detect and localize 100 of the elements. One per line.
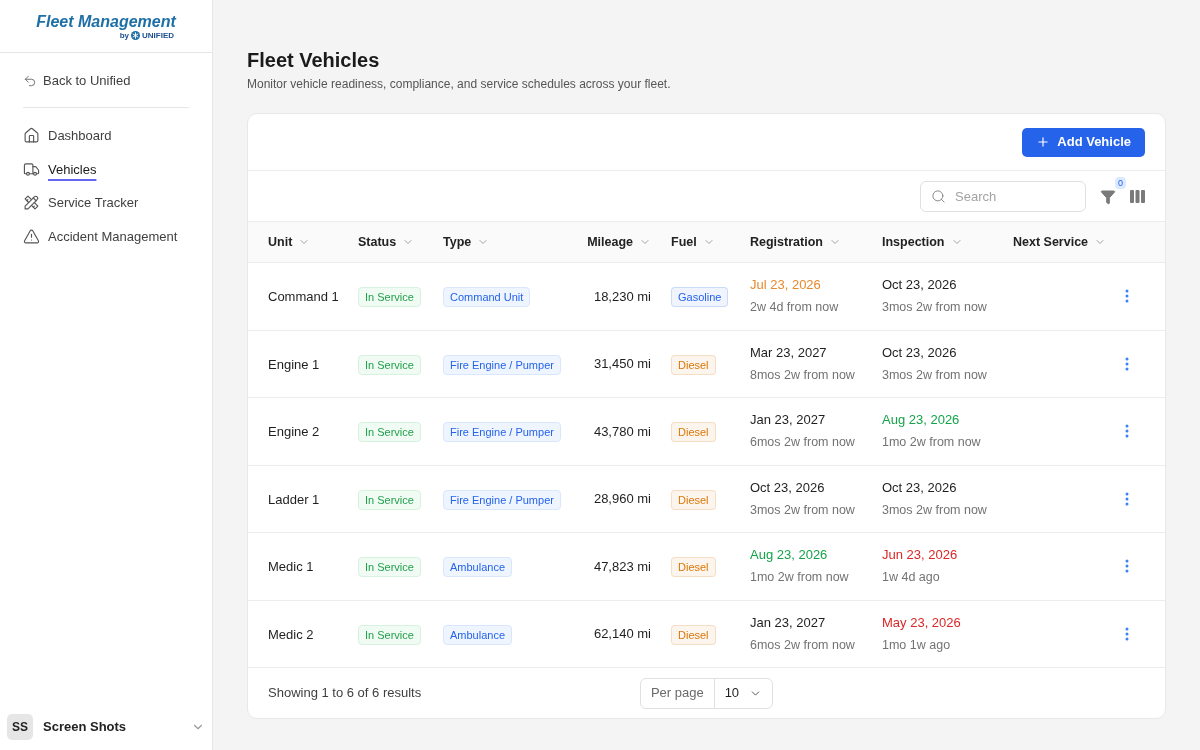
registration-relative-time: 8mos 2w from now [750, 366, 856, 384]
unit-name: Medic 1 [268, 559, 314, 575]
type-badge: Ambulance [443, 557, 513, 578]
row-actions-button[interactable] [1125, 559, 1129, 574]
workspace-switcher[interactable]: SS Screen Shots [0, 710, 212, 750]
status-badge: In Service [358, 287, 421, 308]
mileage-value: 18,230 mi [593, 287, 651, 306]
search-icon [931, 188, 946, 204]
column-header[interactable]: Next Service [1013, 232, 1107, 252]
inspection-date: Oct 23, 2026 [882, 343, 958, 362]
status-badge: In Service [358, 624, 421, 645]
filter-button[interactable] [1100, 189, 1116, 205]
fuel-badge: Diesel [671, 354, 716, 375]
column-header[interactable]: Fuel [671, 232, 715, 252]
mileage-value: 43,780 mi [593, 422, 651, 441]
type-badge: Fire Engine / Pumper [443, 354, 561, 375]
fuel-badge: Diesel [671, 624, 716, 645]
inspection-relative-time: 1mo 1w ago [882, 636, 952, 654]
inspection-date: Jun 23, 2026 [882, 546, 959, 565]
inspection-date: May 23, 2026 [882, 613, 962, 632]
column-header[interactable]: Registration [750, 232, 841, 252]
type-badge: Fire Engine / Pumper [443, 422, 561, 443]
fuel-badge: Diesel [671, 422, 716, 443]
unit-name: Engine 2 [268, 424, 320, 440]
row-actions-button[interactable] [1125, 626, 1129, 641]
column-header[interactable]: Status [358, 232, 415, 252]
filter-icon [1100, 189, 1116, 205]
inspection-relative-time: 1mo 2w from now [882, 434, 982, 452]
inspection-relative-time: 3mos 2w from now [882, 299, 988, 317]
registration-relative-time: 3mos 2w from now [750, 501, 856, 519]
mileage-value: 62,140 mi [593, 625, 651, 643]
registration-date: Jan 23, 2027 [750, 613, 827, 632]
unit-name: Medic 2 [268, 626, 314, 642]
registration-date: Mar 23, 2027 [750, 343, 828, 362]
status-badge: In Service [358, 354, 421, 375]
unit-name: Engine 1 [268, 356, 320, 372]
column-header[interactable]: Mileage [587, 232, 651, 252]
vertical-dots-icon [1125, 491, 1129, 506]
status-badge: In Service [358, 422, 421, 443]
registration-date: Aug 23, 2026 [750, 546, 829, 565]
registration-relative-time: 6mos 2w from now [750, 636, 856, 654]
status-badge: In Service [358, 557, 421, 578]
row-actions-button[interactable] [1125, 356, 1129, 371]
vertical-dots-icon [1125, 289, 1129, 304]
sidebar-nav-item[interactable]: Dashboard [23, 119, 189, 153]
mileage-value: 31,450 mi [593, 355, 651, 373]
inspection-date: Oct 23, 2026 [882, 276, 958, 295]
house-icon [23, 127, 40, 145]
row-actions-button[interactable] [1125, 491, 1129, 506]
warning-icon [23, 227, 40, 245]
vertical-dots-icon [1125, 559, 1129, 574]
vertical-dots-icon [1125, 356, 1129, 371]
sidebar-nav-item[interactable]: Service Tracker [23, 186, 189, 220]
workspace-name: Screen Shots [43, 717, 128, 736]
inspection-relative-time: 1w 4d ago [882, 569, 941, 587]
unit-name: Ladder 1 [268, 491, 320, 507]
fuel-badge: Gasoline [671, 287, 729, 308]
status-badge: In Service [358, 489, 421, 510]
fuel-badge: Diesel [671, 557, 716, 578]
column-header[interactable]: Inspection [882, 232, 963, 252]
inspection-relative-time: 3mos 2w from now [882, 366, 988, 384]
registration-relative-time: 2w 4d from now [750, 299, 840, 317]
page-subtitle: Monitor vehicle readiness, compliance, and service schedules across your fleet. [247, 76, 672, 93]
truck-icon [23, 160, 40, 178]
column-header[interactable]: Type [443, 232, 490, 252]
row-actions-button[interactable] [1125, 289, 1129, 304]
logo-brand-text: UNIFIED [142, 30, 174, 41]
sidebar-nav-item[interactable]: Vehicles [23, 152, 189, 186]
type-badge: Command Unit [443, 287, 531, 308]
vertical-dots-icon [1125, 424, 1129, 439]
inspection-date: Oct 23, 2026 [882, 478, 958, 497]
plus-icon [1036, 135, 1051, 149]
registration-date: Oct 23, 2026 [750, 478, 826, 497]
type-badge: Fire Engine / Pumper [443, 489, 561, 510]
page-title: Fleet Vehicles [247, 48, 381, 73]
vertical-dots-icon [1125, 626, 1129, 641]
fuel-badge: Diesel [671, 489, 716, 510]
back-link[interactable]: Back to Unified [23, 64, 189, 98]
tools-icon [23, 194, 40, 212]
column-header[interactable]: Unit [268, 232, 311, 252]
mileage-value: 47,823 mi [593, 557, 651, 576]
registration-date: Jan 23, 2027 [750, 411, 827, 430]
columns-icon [1130, 189, 1145, 203]
registration-relative-time: 1mo 2w from now [750, 569, 850, 587]
type-badge: Ambulance [443, 624, 513, 645]
logo-title: Fleet Management [36, 11, 176, 31]
logo-by-text: by [119, 30, 129, 41]
filter-count-badge: 0 [1115, 177, 1126, 189]
results-summary: Showing 1 to 6 of 6 results [268, 684, 423, 703]
workspace-avatar: SS [7, 713, 33, 740]
search-field[interactable]: Search [920, 180, 1086, 212]
inspection-date: Aug 23, 2026 [882, 411, 961, 430]
mileage-value: 28,960 mi [593, 490, 651, 508]
registration-date: Jul 23, 2026 [750, 276, 822, 295]
row-actions-button[interactable] [1125, 424, 1129, 439]
registration-relative-time: 6mos 2w from now [750, 434, 856, 452]
back-arrow-icon [23, 74, 37, 88]
sidebar-nav-item[interactable]: Accident Management [23, 219, 189, 253]
add-vehicle-button[interactable]: Add Vehicle [1022, 127, 1145, 157]
columns-button[interactable] [1130, 189, 1145, 203]
